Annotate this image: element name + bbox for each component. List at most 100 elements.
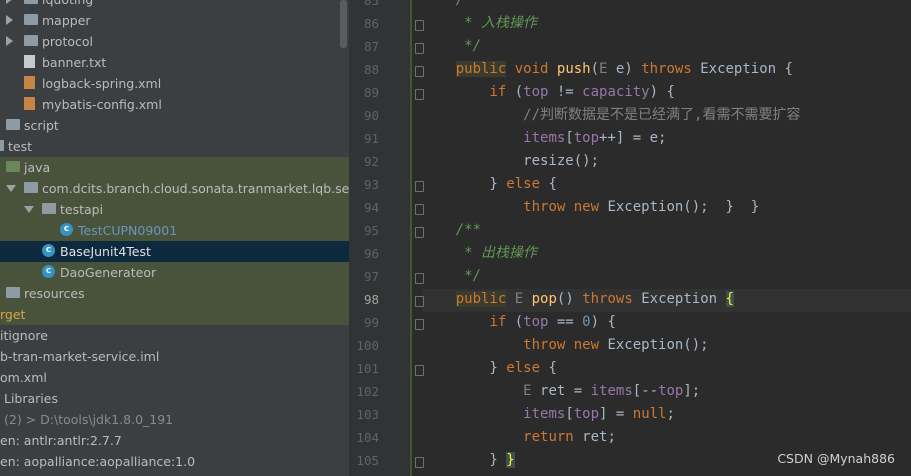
code-line[interactable]: E ret = items[--top]; <box>422 380 700 403</box>
code-line[interactable]: } } <box>422 449 515 472</box>
code-line[interactable]: * 出栈操作 <box>422 242 537 265</box>
tree-item[interactable]: resources <box>0 283 349 304</box>
fold-marker-icon[interactable] <box>415 457 424 468</box>
tree-item[interactable]: mybatis-config.xml <box>0 94 349 115</box>
code-line[interactable]: /** <box>422 0 481 12</box>
line-number: 86 <box>363 16 379 31</box>
code-line[interactable]: } else { <box>422 173 556 196</box>
line-number: 92 <box>363 154 379 169</box>
tree-item[interactable]: java <box>0 157 349 178</box>
folder-icon <box>24 35 38 46</box>
code-line[interactable]: items[top] = null; <box>422 403 675 426</box>
line-number: 88 <box>363 62 379 77</box>
tree-item[interactable]: c TestCUPN09001 <box>0 220 349 241</box>
collapsed-arrow-icon[interactable] <box>6 15 13 25</box>
package-icon <box>24 182 38 193</box>
tree-item[interactable]: (2) > D:\tools\jdk1.8.0_191 <box>0 409 349 430</box>
tree-item-label: itignore <box>0 328 48 343</box>
tree-item[interactable]: logback-spring.xml <box>0 73 349 94</box>
line-number: 95 <box>363 223 379 238</box>
tree-item[interactable]: c DaoGeneratеor <box>0 262 349 283</box>
fold-marker-icon[interactable] <box>415 181 424 192</box>
fold-marker-icon[interactable] <box>415 43 424 54</box>
line-number: 94 <box>363 200 379 215</box>
expanded-arrow-icon[interactable] <box>6 185 16 192</box>
fold-marker-icon[interactable] <box>415 227 424 238</box>
tree-item-label: banner.txt <box>42 55 107 70</box>
expanded-arrow-icon[interactable] <box>24 206 34 213</box>
code-line[interactable]: */ <box>422 35 481 58</box>
tree-item[interactable]: c BaseJunit4Test <box>0 241 349 262</box>
code-line[interactable]: resize(); <box>422 150 599 173</box>
tree-item-label: protocol <box>42 34 93 49</box>
line-number: 91 <box>363 131 379 146</box>
tree-item[interactable]: banner.txt <box>0 52 349 73</box>
tree-item[interactable]: b-tran-market-service.iml <box>0 346 349 367</box>
line-number: 99 <box>363 315 379 330</box>
collapsed-arrow-icon[interactable] <box>6 0 13 4</box>
tree-item[interactable]: en: antlr:antlr:2.7.7 <box>0 430 349 451</box>
fold-marker-icon[interactable] <box>415 89 424 100</box>
tree-item[interactable]: mapper <box>0 10 349 31</box>
code-line[interactable]: return ret; <box>422 426 616 449</box>
tree-item[interactable]: rget <box>0 304 349 325</box>
line-number: 85 <box>363 0 379 8</box>
tree-item-label: testapi <box>60 202 104 217</box>
code-line[interactable]: items[top++] = e; <box>422 127 666 150</box>
code-line[interactable]: public E pop() throws Exception { <box>422 288 734 311</box>
line-number: 105 <box>356 453 379 468</box>
tree-item-label: java <box>24 160 51 175</box>
fold-marker-icon[interactable] <box>415 296 424 307</box>
tree-item[interactable]: protocol <box>0 31 349 52</box>
line-number: 101 <box>356 361 379 376</box>
tree-item[interactable]: com.dcits.branch.cloud.sonata.tranmarket… <box>0 178 349 199</box>
line-number: 97 <box>363 269 379 284</box>
line-number: 93 <box>363 177 379 192</box>
tree-item-label: TestCUPN09001 <box>78 223 178 238</box>
package-icon <box>42 203 56 214</box>
code-line[interactable]: throw new Exception(); } } <box>422 196 759 219</box>
code-line[interactable]: //判断数据是不是已经满了,看需不需要扩容 <box>422 104 800 127</box>
tree-item-label: rget <box>0 307 26 322</box>
fold-marker-icon[interactable] <box>415 204 424 215</box>
tree-item-label: iquoting <box>42 0 93 7</box>
code-line[interactable]: if (top == 0) { <box>422 311 615 334</box>
line-number: 90 <box>363 108 379 123</box>
code-line[interactable]: public void push(E e) throws Exception { <box>422 58 793 81</box>
fold-marker-icon[interactable] <box>415 20 424 31</box>
tree-item-label: resources <box>24 286 85 301</box>
code-line[interactable]: if (top != capacity) { <box>422 81 674 104</box>
tree-item[interactable]: en: aopalliance:aopalliance:1.0 <box>0 451 349 472</box>
text-file-icon <box>24 55 35 68</box>
tree-item[interactable]: om.xml <box>0 367 349 388</box>
fold-marker-icon[interactable] <box>415 319 424 330</box>
folder-icon <box>24 0 38 4</box>
tree-item[interactable]: itignore <box>0 325 349 346</box>
class-icon: c <box>60 223 73 236</box>
folder-icon <box>0 140 4 151</box>
tree-item-label: test <box>8 139 33 154</box>
watermark: CSDN @Mynah886 <box>777 451 895 466</box>
code-line[interactable]: * 入栈操作 <box>422 12 537 35</box>
code-line[interactable]: /** <box>422 219 481 242</box>
class-icon: c <box>42 265 55 278</box>
fold-marker-icon[interactable] <box>415 365 424 376</box>
tree-item-label: om.xml <box>0 370 47 385</box>
collapsed-arrow-icon[interactable] <box>6 36 13 46</box>
code-line[interactable]: */ <box>422 265 481 288</box>
code-line[interactable]: throw new Exception(); <box>422 334 708 357</box>
tree-item[interactable]: Libraries <box>0 388 349 409</box>
project-tree-scrollbar[interactable] <box>340 0 347 48</box>
green-folder-icon <box>6 161 20 172</box>
fold-marker-icon[interactable] <box>415 273 424 284</box>
tree-item[interactable]: script <box>0 115 349 136</box>
code-line[interactable]: } else { <box>422 357 556 380</box>
tree-item[interactable]: test <box>0 136 349 157</box>
tree-item-label: mybatis-config.xml <box>42 97 162 112</box>
tree-item[interactable]: iquoting <box>0 0 349 10</box>
tree-item-label: en: aopalliance:aopalliance:1.0 <box>0 454 196 469</box>
fold-marker-icon[interactable] <box>415 66 424 77</box>
xml-file-icon <box>24 76 35 89</box>
class-icon: c <box>42 244 55 257</box>
tree-item[interactable]: testapi <box>0 199 349 220</box>
